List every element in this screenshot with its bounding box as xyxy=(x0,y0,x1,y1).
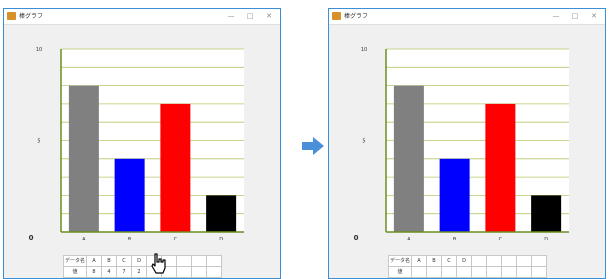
y-tick-label: 0 xyxy=(354,234,359,240)
chart-window-before: 棒グラフ — □ ✕ A B C D 10 5 0 データ名 ABCD 値 8472 xyxy=(3,8,281,279)
row-header-names: データ名 xyxy=(63,255,87,267)
row-header-values: 値 xyxy=(63,266,87,278)
bar-D xyxy=(206,195,237,232)
minimize-button[interactable]: — xyxy=(547,9,565,24)
table-cell-name[interactable]: A xyxy=(411,255,427,267)
table-cell-name[interactable]: A xyxy=(86,255,102,267)
right-arrow-icon xyxy=(302,137,324,155)
y-tick-label: 10 xyxy=(36,47,42,53)
table-cell-value[interactable]: 7 xyxy=(116,266,132,278)
table-cell-value[interactable] xyxy=(486,266,502,278)
table-cell-name[interactable] xyxy=(531,255,547,267)
client-area: A B C D 10 5 0 データ名 ABCD 値 xyxy=(329,25,605,278)
table-cell-name[interactable] xyxy=(501,255,517,267)
x-tick-label: A xyxy=(82,237,86,240)
table-cell-name[interactable] xyxy=(486,255,502,267)
y-tick-label: 5 xyxy=(362,139,365,145)
table-cell-name[interactable]: D xyxy=(131,255,147,267)
table-row-names: データ名 ABCD xyxy=(388,255,547,267)
table-cell-value[interactable] xyxy=(426,266,442,278)
data-grid[interactable]: データ名 ABCD 値 8472 xyxy=(63,255,222,278)
x-tick-label: C xyxy=(499,237,503,240)
y-tick-label: 5 xyxy=(37,139,40,145)
table-row-values: 値 8472 xyxy=(63,266,222,278)
table-cell-name[interactable] xyxy=(176,255,192,267)
bar-B xyxy=(114,158,145,232)
table-cell-value[interactable] xyxy=(176,266,192,278)
table-cell-value[interactable]: 2 xyxy=(131,266,147,278)
window-title: 棒グラフ xyxy=(344,13,369,20)
table-cell-value[interactable] xyxy=(471,266,487,278)
bar-D xyxy=(531,195,562,232)
hand-cursor-icon xyxy=(151,253,166,274)
y-tick-label: 0 xyxy=(29,234,34,240)
title-bar[interactable]: 棒グラフ — □ ✕ xyxy=(4,9,280,25)
table-cell-name[interactable]: B xyxy=(426,255,442,267)
title-bar[interactable]: 棒グラフ — □ ✕ xyxy=(329,9,605,25)
table-cell-value[interactable] xyxy=(456,266,472,278)
app-icon xyxy=(332,12,341,20)
x-tick-label: B xyxy=(128,237,132,240)
row-header-names: データ名 xyxy=(388,255,412,267)
x-tick-label: A xyxy=(407,237,411,240)
bar-A xyxy=(393,85,424,232)
table-cell-name[interactable]: C xyxy=(441,255,457,267)
table-cell-name[interactable]: B xyxy=(101,255,117,267)
table-cell-name[interactable] xyxy=(191,255,207,267)
table-cell-name[interactable] xyxy=(471,255,487,267)
y-tick-label: 10 xyxy=(361,47,367,53)
minimize-button[interactable]: — xyxy=(222,9,240,24)
table-row-names: データ名 ABCD xyxy=(63,255,222,267)
bar-chart: A B C D 10 5 0 xyxy=(29,47,244,240)
close-button[interactable]: ✕ xyxy=(260,9,278,24)
x-tick-label: D xyxy=(219,237,223,240)
bar-B xyxy=(439,158,470,232)
window-title: 棒グラフ xyxy=(19,13,44,20)
close-button[interactable]: ✕ xyxy=(585,9,603,24)
data-grid[interactable]: データ名 ABCD 値 xyxy=(388,255,547,278)
table-cell-value[interactable]: 4 xyxy=(101,266,117,278)
chart-window-after: 棒グラフ — □ ✕ A B C D 10 5 0 データ名 ABCD 値 xyxy=(328,8,606,279)
table-cell-name[interactable] xyxy=(206,255,222,267)
maximize-button[interactable]: □ xyxy=(241,9,259,24)
bar-C xyxy=(485,103,516,233)
table-cell-name[interactable]: C xyxy=(116,255,132,267)
table-cell-name[interactable] xyxy=(516,255,532,267)
table-cell-value[interactable] xyxy=(411,266,427,278)
table-cell-value[interactable] xyxy=(206,266,222,278)
maximize-button[interactable]: □ xyxy=(566,9,584,24)
row-header-values: 値 xyxy=(388,266,412,278)
table-cell-value[interactable] xyxy=(516,266,532,278)
table-cell-value[interactable] xyxy=(191,266,207,278)
bar-chart: A B C D 10 5 0 xyxy=(354,47,569,240)
bar-A xyxy=(68,85,99,232)
x-tick-label: D xyxy=(544,237,548,240)
bar-C xyxy=(160,103,191,233)
table-cell-value[interactable] xyxy=(501,266,517,278)
x-tick-label: C xyxy=(174,237,178,240)
app-icon xyxy=(7,12,16,20)
table-cell-value[interactable]: 8 xyxy=(86,266,102,278)
table-cell-value[interactable] xyxy=(531,266,547,278)
x-tick-label: B xyxy=(453,237,457,240)
table-row-values: 値 xyxy=(388,266,547,278)
table-cell-value[interactable] xyxy=(441,266,457,278)
client-area: A B C D 10 5 0 データ名 ABCD 値 8472 xyxy=(4,25,280,278)
table-cell-name[interactable]: D xyxy=(456,255,472,267)
